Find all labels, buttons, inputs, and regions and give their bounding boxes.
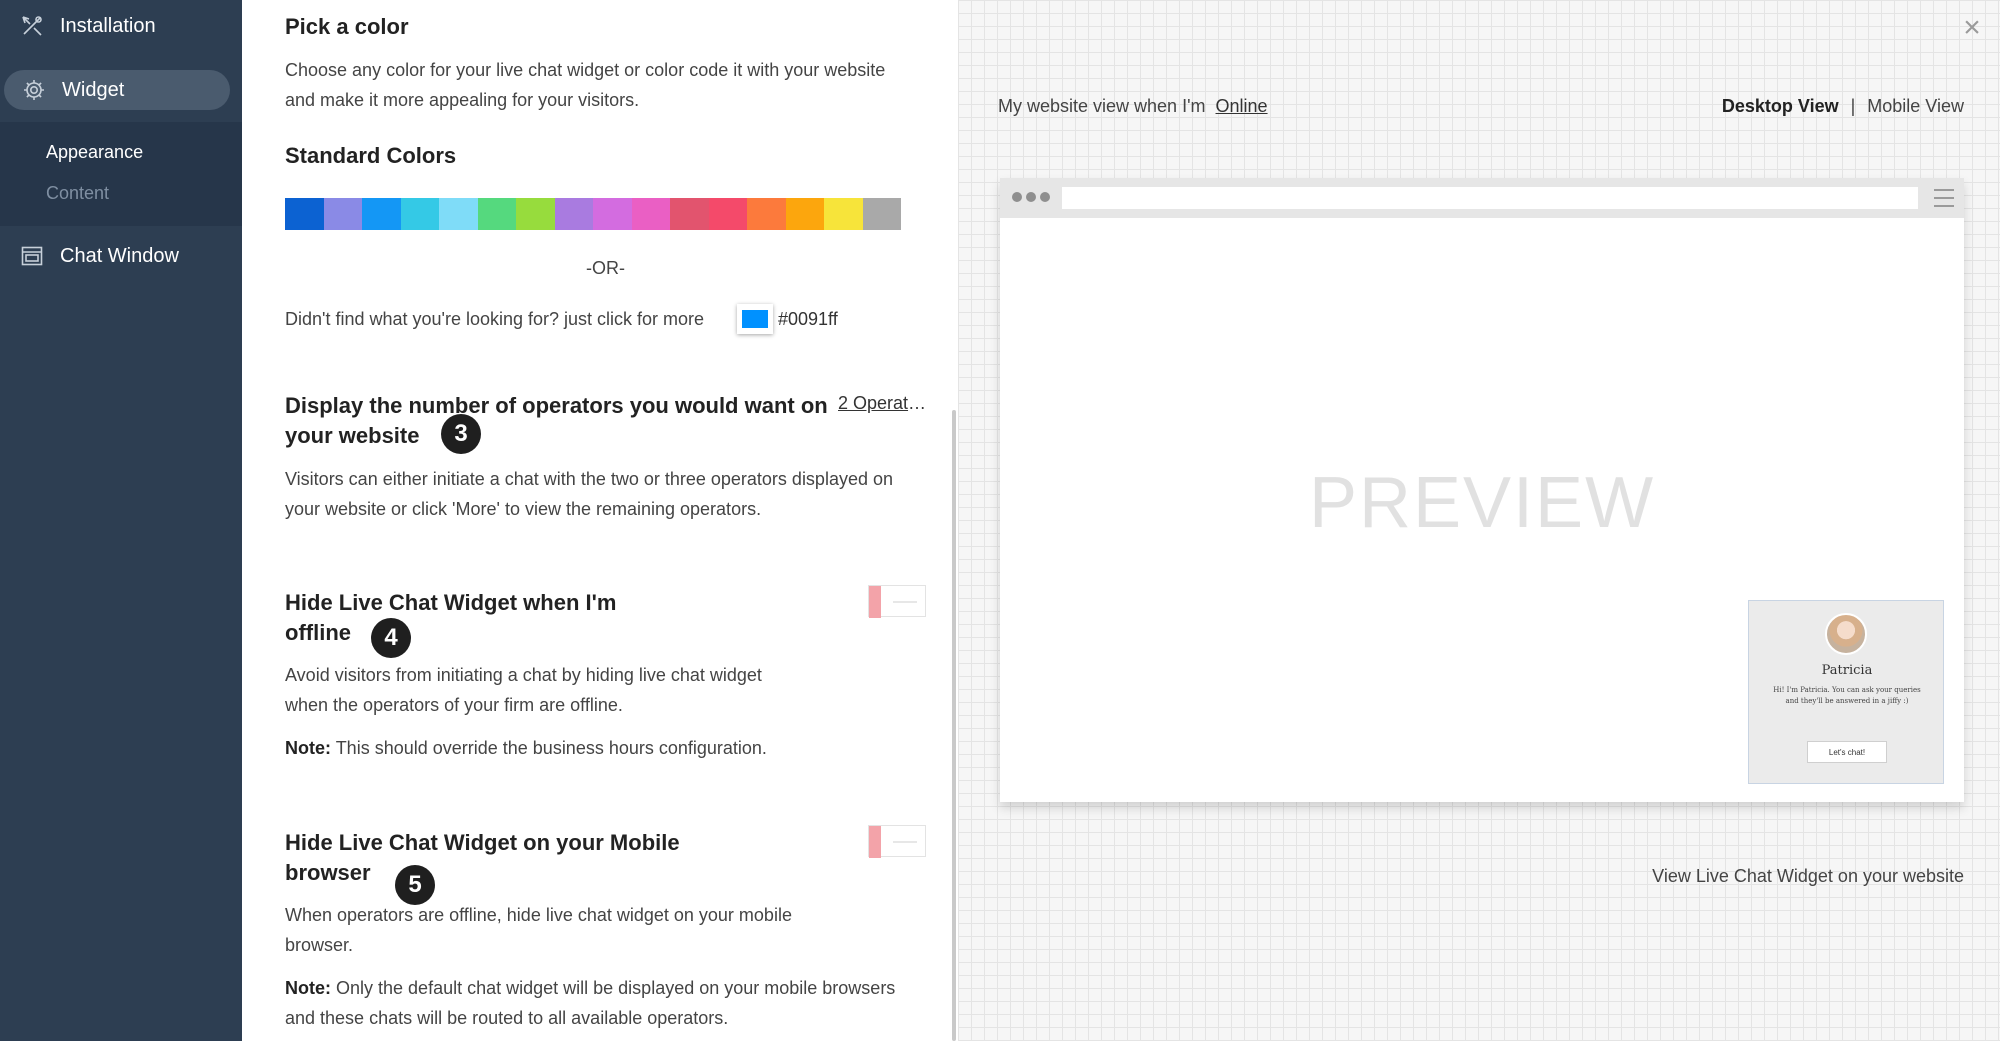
color-description-line-1: Choose any color for your live chat widg…: [285, 60, 886, 80]
gear-icon: [20, 76, 48, 104]
toggle-track-mark: [893, 601, 917, 603]
hamburger-menu-icon: [1934, 189, 1954, 207]
operators-count-dropdown[interactable]: 2 Operators: [838, 393, 928, 414]
hide-mobile-note-line-2: and these chats will be routed to all av…: [285, 1008, 729, 1028]
color-swatch[interactable]: [439, 198, 478, 230]
color-description-line-2: and make it more appealing for your visi…: [285, 90, 640, 110]
selected-color-preview: [742, 310, 768, 328]
view-toggle: Desktop View | Mobile View: [1722, 96, 1964, 117]
browser-toolbar: [1000, 178, 1964, 218]
color-swatch[interactable]: [362, 198, 401, 230]
hide-mobile-toggle[interactable]: [868, 825, 926, 858]
more-colors-text: Didn't find what you're looking for? jus…: [285, 309, 705, 329]
window-icon: [18, 242, 46, 270]
color-swatch[interactable]: [516, 198, 555, 230]
agent-message: Hi! I'm Patricia. You can ask your queri…: [1773, 686, 1921, 705]
color-swatch[interactable]: [285, 198, 324, 230]
hide-offline-description-line-1: Avoid visitors from initiating a chat by…: [285, 665, 762, 685]
mobile-view-tab[interactable]: Mobile View: [1867, 96, 1964, 117]
hide-mobile-description-line-1: When operators are offline, hide live ch…: [285, 905, 792, 925]
color-swatch[interactable]: [670, 198, 709, 230]
sidebar-subitem-content[interactable]: Content: [46, 183, 109, 204]
sidebar-subitem-appearance[interactable]: Appearance: [46, 142, 143, 163]
hide-offline-description-line-2: when the operators of your firm are offl…: [285, 695, 623, 715]
selected-color-hex: #0091ff: [778, 309, 838, 329]
status-dropdown[interactable]: Online: [1216, 96, 1268, 116]
sidebar-item-installation[interactable]: Installation: [18, 10, 156, 42]
tools-icon: [18, 12, 46, 40]
hide-offline-note: Note: This should override the business …: [285, 733, 767, 763]
view-separator: |: [1850, 96, 1856, 116]
toggle-knob: [869, 826, 881, 858]
operators-description-line-1: Visitors can either initiate a chat with…: [285, 469, 894, 489]
toggle-track-mark: [893, 841, 917, 843]
operators-title-line-2: your website: [285, 423, 420, 448]
color-swatch[interactable]: [593, 198, 632, 230]
preview-placeholder: PREVIEW: [1308, 463, 1656, 543]
step-badge-4: 4: [371, 618, 411, 658]
lets-chat-button[interactable]: Let's chat!: [1807, 741, 1887, 763]
desktop-view-tab[interactable]: Desktop View: [1722, 96, 1839, 117]
sidebar: Installation Widget Appearance Content C…: [0, 0, 242, 1041]
note-text: Only the default chat widget will be dis…: [336, 978, 896, 998]
toggle-knob: [869, 586, 881, 618]
hide-offline-toggle[interactable]: [868, 585, 926, 618]
color-swatch[interactable]: [554, 198, 593, 230]
widget-submenu: Appearance Content: [0, 122, 242, 226]
color-swatch[interactable]: [747, 198, 786, 230]
color-swatch[interactable]: [824, 198, 863, 230]
color-swatch[interactable]: [323, 198, 362, 230]
color-swatch[interactable]: [400, 198, 439, 230]
view-widget-link[interactable]: View Live Chat Widget on your website: [1652, 866, 1964, 887]
hide-mobile-note-line-1: Note: Only the default chat widget will …: [285, 973, 895, 1003]
color-picker-button[interactable]: [737, 304, 773, 334]
operators-description-line-2: your website or click 'More' to view the…: [285, 499, 762, 519]
sidebar-item-widget[interactable]: Widget: [4, 70, 230, 110]
step-badge-3: 3: [441, 414, 481, 454]
hide-offline-title-line-1: Hide Live Chat Widget when I'm: [285, 590, 617, 615]
note-label: Note:: [285, 978, 331, 998]
agent-avatar: [1825, 613, 1867, 655]
hide-mobile-description-line-2: browser.: [285, 935, 354, 955]
note-label: Note:: [285, 738, 331, 758]
or-divider: -OR-: [586, 258, 625, 278]
standard-colors-title: Standard Colors: [285, 143, 457, 168]
close-icon[interactable]: ×: [1958, 13, 1986, 43]
hide-mobile-title-line-2: browser: [285, 860, 371, 885]
step-badge-5: 5: [395, 865, 435, 905]
url-bar: [1062, 187, 1918, 209]
color-swatch[interactable]: [708, 198, 747, 230]
hide-mobile-title-line-1: Hide Live Chat Widget on your Mobile: [285, 830, 680, 855]
chat-widget-preview: Patricia Hi! I'm Patricia. You can ask y…: [1748, 600, 1944, 784]
browser-mockup: PREVIEW Patricia Hi! I'm Patricia. You c…: [1000, 178, 1964, 802]
scrollbar[interactable]: [952, 410, 956, 1041]
color-swatch[interactable]: [785, 198, 824, 230]
agent-name: Patricia: [1821, 663, 1873, 678]
color-swatch[interactable]: [477, 198, 516, 230]
color-swatch[interactable]: [631, 198, 670, 230]
note-text: This should override the business hours …: [335, 738, 767, 758]
sidebar-item-label: Installation: [60, 14, 156, 37]
operators-title-line-1: Display the number of operators you woul…: [285, 393, 828, 418]
pick-color-title: Pick a color: [285, 14, 409, 39]
window-dots-icon: [1012, 192, 1050, 202]
sidebar-item-label: Chat Window: [60, 244, 179, 267]
status-prefix: My website view when I'm: [998, 96, 1206, 116]
hide-offline-title-line-2: offline: [285, 620, 351, 645]
color-swatch[interactable]: [862, 198, 901, 230]
standard-color-swatches: [285, 198, 901, 230]
sidebar-item-label: Widget: [62, 78, 125, 101]
sidebar-item-chat-window[interactable]: Chat Window: [18, 240, 179, 272]
status-line: My website view when I'm Online: [998, 96, 1268, 117]
